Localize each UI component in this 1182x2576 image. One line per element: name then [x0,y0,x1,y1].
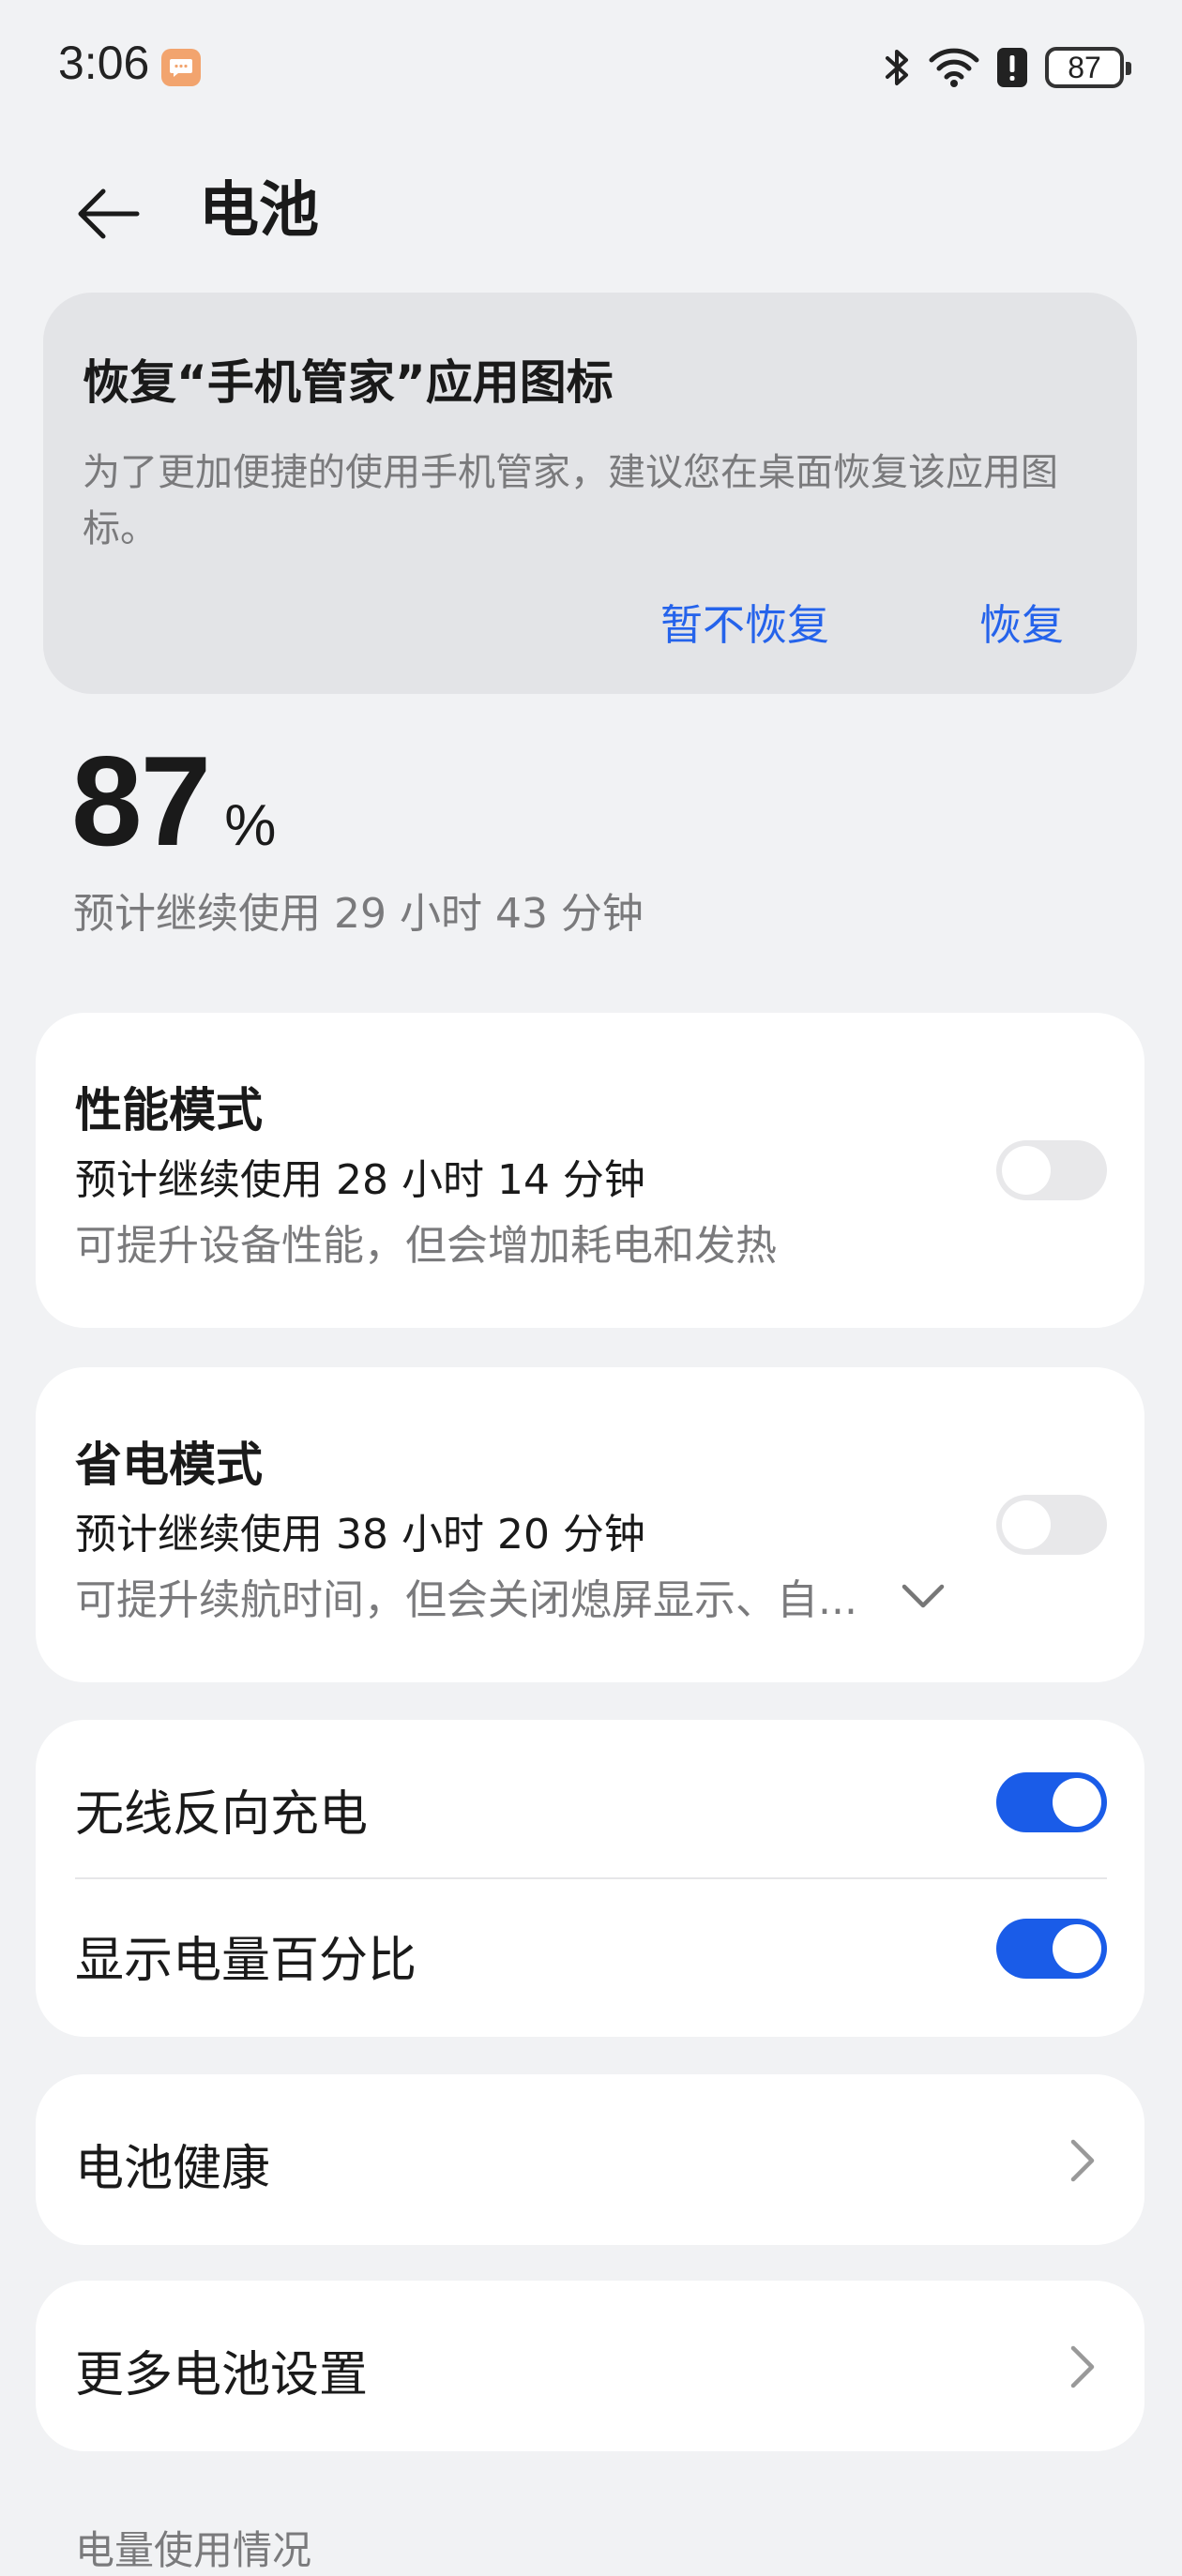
status-icons: 87 [884,41,1131,94]
status-time: 3:06 [58,37,150,89]
chevron-right-icon [1070,2345,1095,2388]
battery-level-text: 87 [1068,50,1101,84]
reverse-charging-label: 无线反向充电 [75,1786,369,1843]
banner-title: 恢复“手机管家”应用图标 [83,355,614,410]
battery-toggles-card: 无线反向充电 显示电量百分比 [36,1720,1144,2037]
not-now-button[interactable]: 暂不恢复 [660,591,829,652]
wifi-icon [929,48,979,87]
performance-mode-toggle[interactable] [996,1140,1107,1200]
power-saving-mode-description: 可提升续航时间，但会关闭熄屏显示、自... [75,1576,857,1624]
performance-mode-title: 性能模式 [75,1083,263,1137]
status-bar: 3:06 87 [0,0,1182,131]
show-percentage-toggle[interactable] [996,1919,1107,1979]
chevron-down-icon[interactable] [899,1579,947,1613]
power-saving-mode-card[interactable]: 省电模式 预计继续使用 38 小时 20 分钟 可提升续航时间，但会关闭熄屏显示… [36,1367,1144,1682]
more-settings-label: 更多电池设置 [75,2347,369,2403]
page-title: 电池 [199,176,319,246]
arrow-left-icon[interactable] [71,176,146,251]
divider [75,1877,1107,1879]
bluetooth-icon [886,50,908,85]
toggle-knob [1053,1778,1101,1827]
power-saving-mode-estimate: 预计继续使用 38 小时 20 分钟 [75,1511,645,1559]
message-app-icon [161,49,201,86]
chevron-right-icon [1070,2139,1095,2182]
banner-description: 为了更加便捷的使用手机管家，建议您在桌面恢复该应用图标。 [83,451,1058,550]
more-battery-settings-row[interactable]: 更多电池设置 [36,2281,1144,2451]
performance-mode-estimate: 预计继续使用 28 小时 14 分钟 [75,1156,645,1204]
battery-remaining-estimate: 预计继续使用 29 小时 43 分钟 [73,890,644,938]
battery-percent-value: 87 [71,730,211,872]
toggle-knob [1002,1146,1051,1195]
battery-icon: 87 [1045,47,1131,88]
alert-icon [997,48,1027,87]
battery-health-label: 电池健康 [75,2141,271,2197]
battery-health-row[interactable]: 电池健康 [36,2074,1144,2245]
restore-button[interactable]: 恢复 [979,591,1064,652]
show-percentage-label: 显示电量百分比 [75,1933,417,1989]
performance-mode-card[interactable]: 性能模式 预计继续使用 28 小时 14 分钟 可提升设备性能，但会增加耗电和发… [36,1013,1144,1328]
usage-section-label: 电量使用情况 [75,2527,312,2573]
page-header: 电池 [0,159,1182,253]
toggle-knob [1002,1500,1051,1549]
restore-icon-banner: 恢复“手机管家”应用图标 为了更加便捷的使用手机管家，建议您在桌面恢复该应用图标… [43,293,1137,694]
power-saving-mode-title: 省电模式 [75,1438,263,1492]
toggle-knob [1053,1924,1101,1973]
reverse-charging-toggle[interactable] [996,1772,1107,1832]
battery-percentage: 87% [71,728,277,872]
percent-sign: % [224,793,277,858]
performance-mode-description: 可提升设备性能，但会增加耗电和发热 [75,1222,777,1270]
power-saving-mode-toggle[interactable] [996,1495,1107,1555]
